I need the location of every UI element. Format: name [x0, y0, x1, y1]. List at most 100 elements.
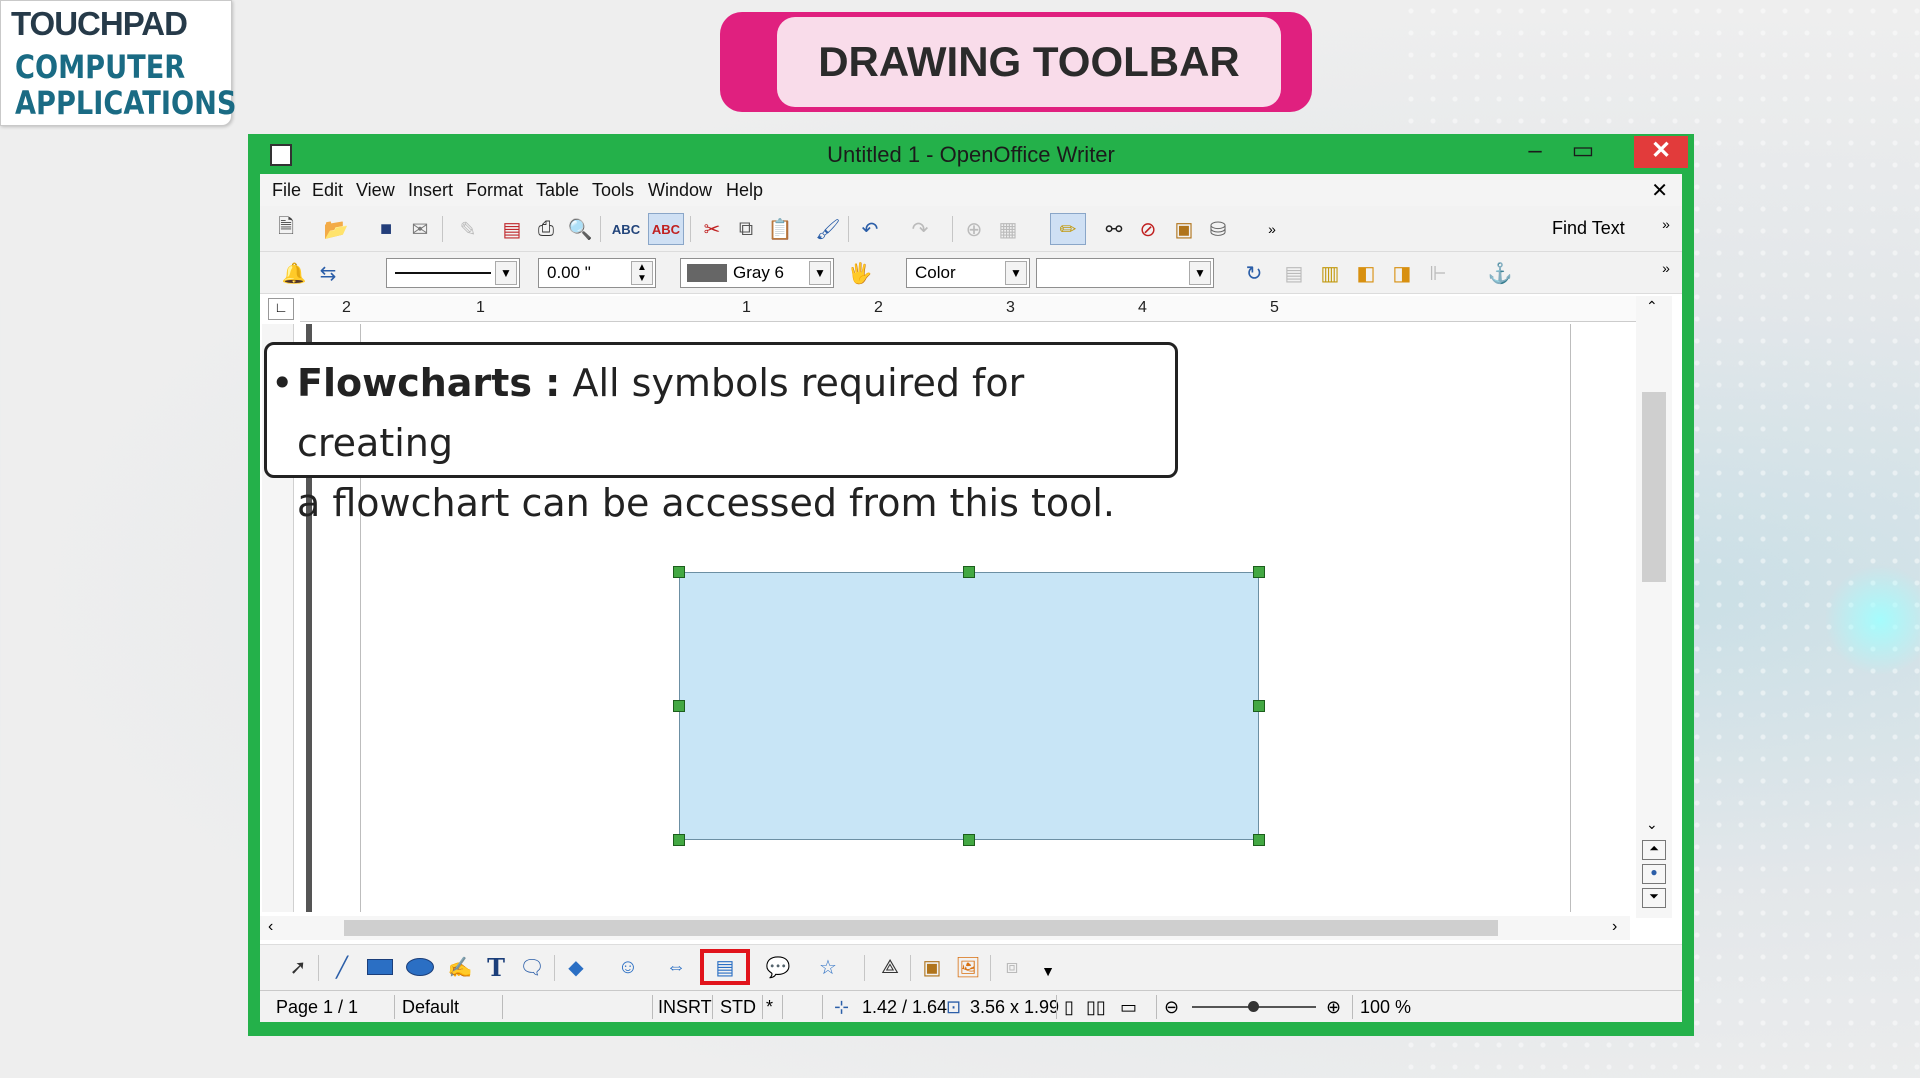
menu-table[interactable]: Table	[536, 180, 579, 201]
points-icon[interactable]: ⟁	[876, 953, 904, 981]
chevron-down-icon[interactable]: ▼	[495, 261, 517, 285]
text-tool-icon[interactable]: T	[482, 953, 510, 982]
menu-window[interactable]: Window	[648, 180, 712, 201]
new-document-icon[interactable]: 🗎	[272, 215, 300, 243]
find-text-label[interactable]: Find Text	[1552, 218, 1625, 239]
edit-file-icon[interactable]: ✎	[454, 215, 482, 243]
scroll-right-icon[interactable]: ›	[1612, 918, 1617, 936]
resize-handle[interactable]	[673, 700, 685, 712]
close-document-button[interactable]: ✕	[1651, 178, 1668, 203]
hyperlink-icon[interactable]: ⊕	[960, 215, 988, 243]
horizontal-ruler[interactable]: 2 1 1 2 3 4 5	[300, 296, 1672, 322]
area-icon[interactable]: 🖐	[846, 259, 874, 287]
table-icon[interactable]: ▦	[994, 215, 1022, 243]
line-width-field[interactable]: 0.00 " ▲ ▼	[538, 258, 656, 288]
block-arrows-icon[interactable]: ⇔	[662, 953, 690, 981]
page-style[interactable]: Default	[402, 997, 459, 1018]
save-icon[interactable]: ■	[372, 215, 400, 243]
menu-edit[interactable]: Edit	[312, 180, 343, 201]
freeform-tool-icon[interactable]: ✍	[446, 953, 474, 981]
callout-shapes-icon[interactable]: 💬	[764, 953, 792, 981]
symbol-shapes-icon[interactable]: ☺	[614, 953, 642, 981]
menu-format[interactable]: Format	[466, 180, 523, 201]
callouts-tool-icon[interactable]: 🗨	[518, 953, 546, 981]
area-fill-select[interactable]: ▼	[1036, 258, 1214, 288]
ruler-tab-selector[interactable]: ∟	[268, 298, 294, 320]
rotate-icon[interactable]: ↻	[1240, 259, 1268, 287]
spellcheck-icon[interactable]: ABC	[612, 215, 640, 243]
selection-mode[interactable]: STD	[720, 997, 756, 1018]
resize-handle[interactable]	[1253, 566, 1265, 578]
redo-icon[interactable]: ↷	[906, 215, 934, 243]
find-replace-icon[interactable]: ⚯	[1100, 215, 1128, 243]
zoom-out-icon[interactable]: ⊖	[1164, 997, 1179, 1018]
alignment-icon[interactable]: ⊩	[1424, 259, 1452, 287]
from-file-icon[interactable]: 🖼	[954, 953, 982, 981]
spin-icon[interactable]: ▲ ▼	[631, 261, 653, 285]
next-page-icon[interactable]: ⏷	[1642, 888, 1666, 908]
print-icon[interactable]: ⎙	[532, 215, 560, 243]
maximize-button[interactable]: ▭	[1560, 136, 1606, 168]
page-indicator[interactable]: Page 1 / 1	[276, 997, 358, 1018]
print-preview-icon[interactable]: 🔍	[566, 215, 594, 243]
line-icon[interactable]: 🔔	[280, 259, 308, 287]
resize-handle[interactable]	[1253, 834, 1265, 846]
menu-help[interactable]: Help	[726, 180, 763, 201]
single-page-view-icon[interactable]: ▯	[1064, 997, 1074, 1018]
send-back-icon[interactable]: ◨	[1388, 259, 1416, 287]
insert-mode[interactable]: INSRT	[658, 997, 712, 1018]
export-pdf-icon[interactable]: ▤	[498, 215, 526, 243]
undo-icon[interactable]: ↶	[856, 215, 884, 243]
close-window-button[interactable]: ✕	[1634, 136, 1688, 168]
autospellcheck-icon[interactable]: ABC	[648, 213, 684, 245]
menu-tools[interactable]: Tools	[592, 180, 634, 201]
minimize-button[interactable]: –	[1512, 136, 1558, 168]
menu-file[interactable]: File	[272, 180, 301, 201]
area-style-select[interactable]: Color ▼	[906, 258, 1030, 288]
menu-view[interactable]: View	[356, 180, 395, 201]
email-icon[interactable]: ✉	[406, 215, 434, 243]
scroll-thumb[interactable]	[344, 920, 1498, 936]
zoom-in-icon[interactable]: ⊕	[1326, 997, 1341, 1018]
bring-front-icon[interactable]: ◧	[1352, 259, 1380, 287]
clone-formatting-icon[interactable]: 🖌	[814, 215, 842, 243]
line-style-select[interactable]: ▼	[386, 258, 520, 288]
selected-rectangle-shape[interactable]	[679, 572, 1259, 840]
navigation-icon[interactable]: ●	[1642, 864, 1666, 884]
wrap-off-icon[interactable]: ▤	[1280, 259, 1308, 287]
zoom-level[interactable]: 100 %	[1360, 997, 1411, 1018]
book-view-icon[interactable]: ▭	[1120, 997, 1137, 1018]
vertical-scrollbar[interactable]: ⌃ ⌄ ⏶ ● ⏷	[1636, 296, 1672, 918]
toolbar-overflow-icon[interactable]: ▼	[1034, 957, 1062, 985]
chevron-down-icon[interactable]: ▼	[1189, 261, 1211, 285]
chevron-down-icon[interactable]: ▼	[1005, 261, 1027, 285]
basic-shapes-icon[interactable]: ◆	[562, 953, 590, 981]
open-folder-icon[interactable]: 📂	[322, 215, 350, 243]
scroll-thumb[interactable]	[1642, 392, 1666, 582]
previous-page-icon[interactable]: ⏶	[1642, 840, 1666, 860]
stars-icon[interactable]: ☆	[814, 953, 842, 981]
arrow-style-icon[interactable]: ⇆	[314, 259, 342, 287]
line-tool-icon[interactable]: ╱	[328, 953, 356, 981]
show-draw-functions-icon[interactable]: ✏	[1050, 213, 1086, 245]
fontwork-gallery-icon[interactable]: ▣	[918, 953, 946, 981]
copy-icon[interactable]: ⧉	[732, 215, 760, 243]
find-overflow-icon[interactable]: »	[1652, 210, 1680, 238]
chevron-down-icon[interactable]: ▼	[809, 261, 831, 285]
multi-page-view-icon[interactable]: ▯▯	[1086, 997, 1106, 1018]
resize-handle[interactable]	[963, 566, 975, 578]
toolbar-overflow-icon[interactable]: »	[1258, 215, 1286, 243]
window-titlebar[interactable]: Untitled 1 - OpenOffice Writer – ▭ ✕	[248, 134, 1694, 174]
scroll-down-icon[interactable]: ⌄	[1646, 816, 1658, 833]
navigator-icon[interactable]: ⊘	[1134, 215, 1162, 243]
resize-handle[interactable]	[1253, 700, 1265, 712]
paste-icon[interactable]: 📋	[766, 215, 794, 243]
rectangle-tool-icon[interactable]	[366, 953, 394, 981]
menu-insert[interactable]: Insert	[408, 180, 453, 201]
flowcharts-icon[interactable]: ▤	[711, 953, 739, 981]
toolbar-overflow-icon[interactable]: »	[1652, 254, 1680, 282]
resize-handle[interactable]	[673, 566, 685, 578]
line-color-select[interactable]: Gray 6 ▼	[680, 258, 834, 288]
zoom-slider-thumb[interactable]	[1248, 1001, 1259, 1012]
anchor-icon[interactable]: ⚓	[1486, 259, 1514, 287]
